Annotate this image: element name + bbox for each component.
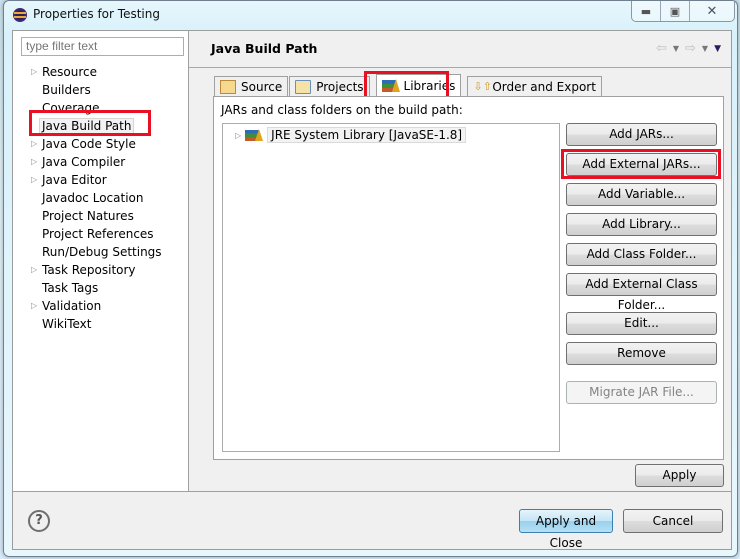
tab-bar: Source Projects Libraries ⇩⇧ Order and Ex… [214, 74, 603, 97]
remove-button[interactable]: Remove [566, 342, 717, 365]
expand-arrow-icon[interactable]: ▷ [31, 153, 37, 171]
list-item[interactable]: ▷ JRE System Library [JavaSE-1.8] [235, 127, 467, 143]
tab-order-and-export[interactable]: ⇩⇧ Order and Export [467, 76, 602, 97]
migrate-jar-file-button: Migrate JAR File... [566, 381, 717, 404]
property-page: Java Build Path ⇦ ▼ ⇨ ▼ ▼ Source Project… [189, 31, 731, 491]
tree-item-run-debug-settings[interactable]: Run/Debug Settings [13, 243, 188, 261]
add-variable-button[interactable]: Add Variable... [566, 183, 717, 206]
page-title: Java Build Path [211, 41, 318, 56]
forward-dropdown-icon[interactable]: ▼ [702, 44, 708, 53]
minimize-icon[interactable]: ▬ [632, 1, 660, 21]
edit-button[interactable]: Edit... [566, 312, 717, 335]
tab-source[interactable]: Source [214, 76, 289, 97]
forward-arrow-icon[interactable]: ⇨ [685, 41, 696, 56]
dialog-client: ▷Resource Builders Coverage Java Build P… [12, 30, 732, 550]
tab-projects[interactable]: Projects [289, 76, 370, 97]
tree-item-validation[interactable]: ▷ Validation [13, 297, 188, 315]
maximize-icon[interactable]: ▣ [660, 1, 689, 21]
add-class-folder-button[interactable]: Add Class Folder... [566, 243, 717, 266]
page-navigation: ⇦ ▼ ⇨ ▼ ▼ [656, 41, 721, 56]
add-external-class-folder-button[interactable]: Add External Class Folder... [566, 273, 717, 312]
add-jars-button[interactable]: Add JARs... [566, 123, 717, 146]
cancel-button[interactable]: Cancel [623, 509, 723, 533]
panel-label: JARs and class folders on the build path… [221, 103, 463, 117]
preference-tree-pane: ▷Resource Builders Coverage Java Build P… [13, 31, 189, 491]
back-arrow-icon[interactable]: ⇦ [656, 41, 667, 56]
add-external-jars-button[interactable]: Add External JARs... [566, 153, 717, 176]
title-separator [189, 67, 731, 68]
tree-item-task-repository[interactable]: ▷ Task Repository [13, 261, 188, 279]
tree-item-builders[interactable]: Builders [13, 81, 188, 99]
tree-item-project-references[interactable]: Project References [13, 225, 188, 243]
filter-input[interactable] [21, 37, 184, 56]
help-icon[interactable]: ? [28, 510, 50, 532]
expand-arrow-icon[interactable]: ▷ [31, 297, 37, 315]
tree-item-java-compiler[interactable]: ▷ Java Compiler [13, 153, 188, 171]
tree-item-javadoc-location[interactable]: Javadoc Location [13, 189, 188, 207]
add-library-button[interactable]: Add Library... [566, 213, 717, 236]
tree-item-wikitext[interactable]: WikiText [13, 315, 188, 333]
tree-item-coverage[interactable]: Coverage [13, 99, 188, 117]
window-controls: ▬ ▣ ✕ [631, 1, 735, 22]
tab-libraries[interactable]: Libraries [375, 74, 462, 97]
eclipse-icon [13, 8, 27, 22]
source-folder-icon [220, 80, 236, 94]
tree-item-task-tags[interactable]: Task Tags [13, 279, 188, 297]
tree-item-resource[interactable]: ▷ Resource [13, 63, 188, 81]
library-icon [245, 128, 264, 141]
libraries-panel: JARs and class folders on the build path… [213, 96, 724, 460]
tree-item-java-code-style[interactable]: ▷ Java Code Style [13, 135, 188, 153]
build-path-list[interactable]: ▷ JRE System Library [JavaSE-1.8] [222, 123, 560, 452]
tree-item-project-natures[interactable]: Project Natures [13, 207, 188, 225]
library-icon [381, 79, 400, 92]
back-dropdown-icon[interactable]: ▼ [673, 44, 679, 53]
window-title: Properties for Testing [33, 7, 160, 21]
close-icon[interactable]: ✕ [689, 1, 734, 21]
title-bar[interactable]: Properties for Testing ▬ ▣ ✕ [4, 1, 737, 29]
apply-and-close-button[interactable]: Apply and Close [519, 509, 613, 550]
expand-arrow-icon[interactable]: ▷ [31, 261, 37, 279]
view-menu-icon[interactable]: ▼ [714, 44, 721, 54]
preference-tree: ▷ Resource Builders Coverage Java Build P… [13, 63, 188, 333]
tree-item-java-editor[interactable]: ▷ Java Editor [13, 171, 188, 189]
tree-item-java-build-path[interactable]: Java Build Path [13, 117, 188, 135]
footer-separator [13, 491, 731, 492]
expand-arrow-icon[interactable]: ▷ [31, 171, 37, 189]
expand-arrow-icon[interactable]: ▷ [31, 63, 37, 81]
properties-dialog: Properties for Testing ▬ ▣ ✕ ▷Resource B… [3, 0, 738, 557]
order-export-icon: ⇩⇧ [473, 80, 492, 93]
projects-folder-icon [295, 80, 312, 94]
expand-arrow-icon[interactable]: ▷ [235, 131, 241, 140]
apply-button[interactable]: Apply [635, 464, 724, 487]
expand-arrow-icon[interactable]: ▷ [31, 135, 37, 153]
